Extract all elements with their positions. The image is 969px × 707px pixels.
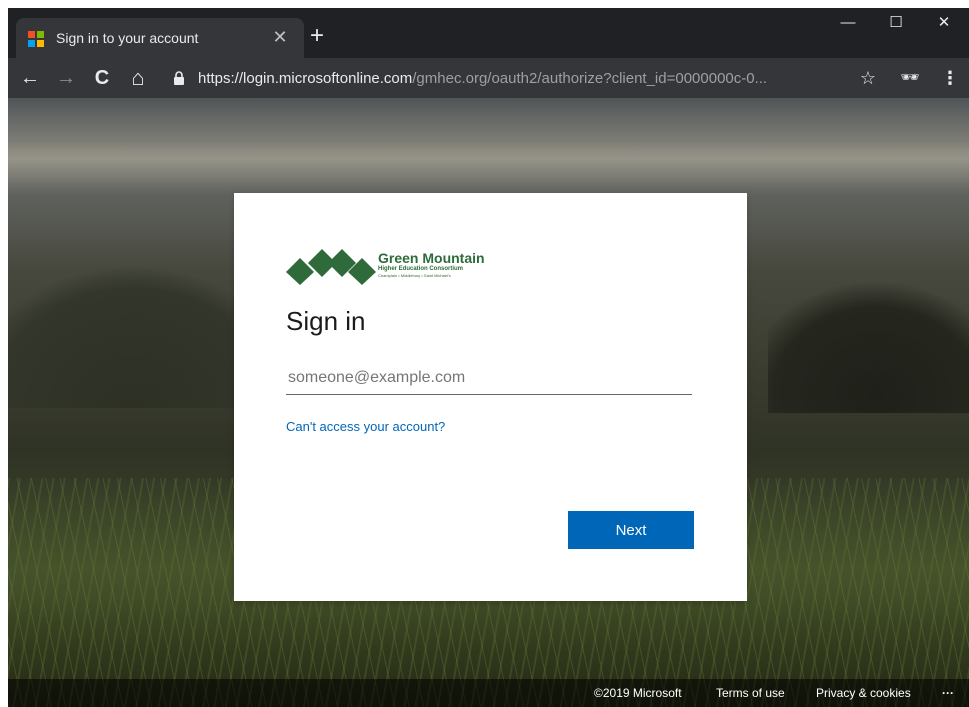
logo-members: Champlain • Middlebury • Saint Michael's <box>378 273 451 278</box>
lock-icon <box>174 71 184 85</box>
email-input[interactable] <box>286 361 692 395</box>
browser-toolbar: ← → C ⌂ https://login.microsoftonline.co… <box>8 58 969 98</box>
privacy-cookies-link[interactable]: Privacy & cookies <box>816 686 911 700</box>
next-button[interactable]: Next <box>568 511 694 549</box>
page-background: Green Mountain Higher Education Consorti… <box>8 98 969 707</box>
sign-in-card: Green Mountain Higher Education Consorti… <box>234 193 747 601</box>
minimize-icon[interactable]: — <box>825 8 871 38</box>
page-footer: ©2019 Microsoft Terms of use Privacy & c… <box>8 679 969 707</box>
page-title: Sign in <box>286 306 366 336</box>
terms-of-use-link[interactable]: Terms of use <box>716 686 785 700</box>
back-icon[interactable]: ← <box>18 66 42 90</box>
close-window-icon[interactable]: ✕ <box>921 8 967 38</box>
reload-icon[interactable]: C <box>90 66 114 90</box>
new-tab-icon[interactable]: + <box>310 24 324 48</box>
home-icon[interactable]: ⌂ <box>126 66 150 90</box>
logo-name: Green Mountain <box>378 250 485 266</box>
address-bar[interactable]: https://login.microsoftonline.com/gmhec.… <box>168 63 888 93</box>
logo-subtitle: Higher Education Consortium <box>378 266 464 272</box>
more-options-icon[interactable]: ··· <box>942 686 954 700</box>
browser-menu-icon[interactable]: ⋮ <box>938 66 962 90</box>
tab-strip: Sign in to your account ✕ + — ☐ ✕ <box>8 8 969 58</box>
forward-icon[interactable]: → <box>54 66 78 90</box>
microsoft-logo-icon <box>28 31 44 47</box>
mountain-right <box>768 283 969 413</box>
maximize-icon[interactable]: ☐ <box>873 8 919 38</box>
copyright-text: ©2019 Microsoft <box>594 686 682 700</box>
mountains-logo-icon <box>286 249 376 285</box>
bookmark-star-icon[interactable]: ☆ <box>856 66 880 90</box>
browser-window: Sign in to your account ✕ + — ☐ ✕ ← → C … <box>8 8 969 707</box>
tab-title: Sign in to your account <box>56 30 199 46</box>
url-path: /gmhec.org/oauth2/authorize?client_id=00… <box>412 70 768 87</box>
cant-access-account-link[interactable]: Can't access your account? <box>286 419 445 434</box>
tab-sign-in[interactable]: Sign in to your account ✕ <box>16 18 304 58</box>
url-text[interactable]: https://login.microsoftonline.com/gmhec.… <box>198 70 767 87</box>
url-host: https://login.microsoftonline.com <box>198 70 413 87</box>
incognito-icon[interactable]: 🕶 <box>898 66 922 90</box>
sky-haze <box>8 98 969 188</box>
organization-logo: Green Mountain Higher Education Consorti… <box>286 245 496 285</box>
tab-close-icon[interactable]: ✕ <box>270 27 290 47</box>
